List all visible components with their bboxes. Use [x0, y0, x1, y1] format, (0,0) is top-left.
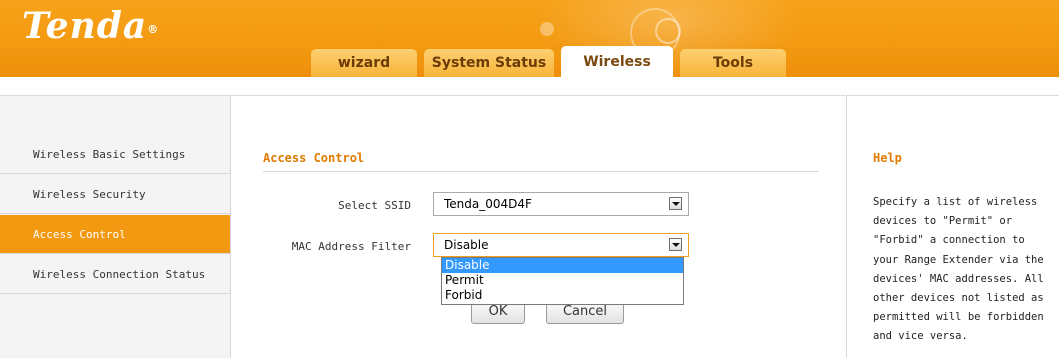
header-decoration-ring-small	[655, 18, 681, 44]
sidebar-item-wireless-connection-status[interactable]: Wireless Connection Status	[0, 255, 230, 294]
sidebar-item-wireless-basic-settings[interactable]: Wireless Basic Settings	[0, 135, 230, 174]
help-divider	[847, 95, 1059, 96]
tab-wizard[interactable]: wizard	[311, 49, 417, 77]
dropdown-option-disable[interactable]: Disable	[442, 258, 683, 273]
tab-wireless[interactable]: Wireless	[561, 46, 673, 77]
mac-filter-select[interactable]: Disable	[433, 233, 689, 257]
mac-filter-select-value: Disable	[444, 238, 489, 252]
mac-filter-label: MAC Address Filter	[291, 240, 411, 253]
ssid-select[interactable]: Tenda_004D4F	[433, 192, 689, 216]
registered-mark: ®	[147, 23, 160, 36]
tenda-logo: Tenda®	[22, 4, 159, 48]
header-decoration-dot	[540, 22, 554, 36]
ssid-label: Select SSID	[338, 199, 411, 212]
sidebar: Wireless Basic Settings Wireless Securit…	[0, 95, 231, 358]
dropdown-option-forbid[interactable]: Forbid	[442, 288, 683, 303]
page-title: Access Control	[263, 151, 365, 165]
tab-tools[interactable]: Tools	[680, 49, 786, 77]
tab-system-status[interactable]: System Status	[424, 49, 554, 77]
title-rule	[263, 171, 819, 172]
help-text: Specify a list of wireless devices to "P…	[873, 196, 1044, 343]
main-divider	[231, 95, 845, 96]
mac-filter-dropdown-list: Disable Permit Forbid	[441, 257, 684, 305]
help-title: Help	[873, 151, 902, 165]
help-panel: Help Specify a list of wireless devices …	[846, 95, 1059, 358]
sidebar-item-access-control[interactable]: Access Control	[0, 215, 230, 254]
logo-text: Tenda	[22, 5, 148, 47]
dropdown-option-permit[interactable]: Permit	[442, 273, 683, 288]
chevron-down-icon[interactable]	[669, 197, 682, 210]
chevron-down-icon[interactable]	[669, 238, 682, 251]
sidebar-divider	[0, 95, 230, 96]
sidebar-item-wireless-security[interactable]: Wireless Security	[0, 175, 230, 214]
ssid-select-value: Tenda_004D4F	[444, 197, 532, 211]
header-banner: Tenda® wizard System Status Wireless Too…	[0, 0, 1059, 77]
main-panel: Access Control Select SSID Tenda_004D4F …	[231, 95, 845, 358]
